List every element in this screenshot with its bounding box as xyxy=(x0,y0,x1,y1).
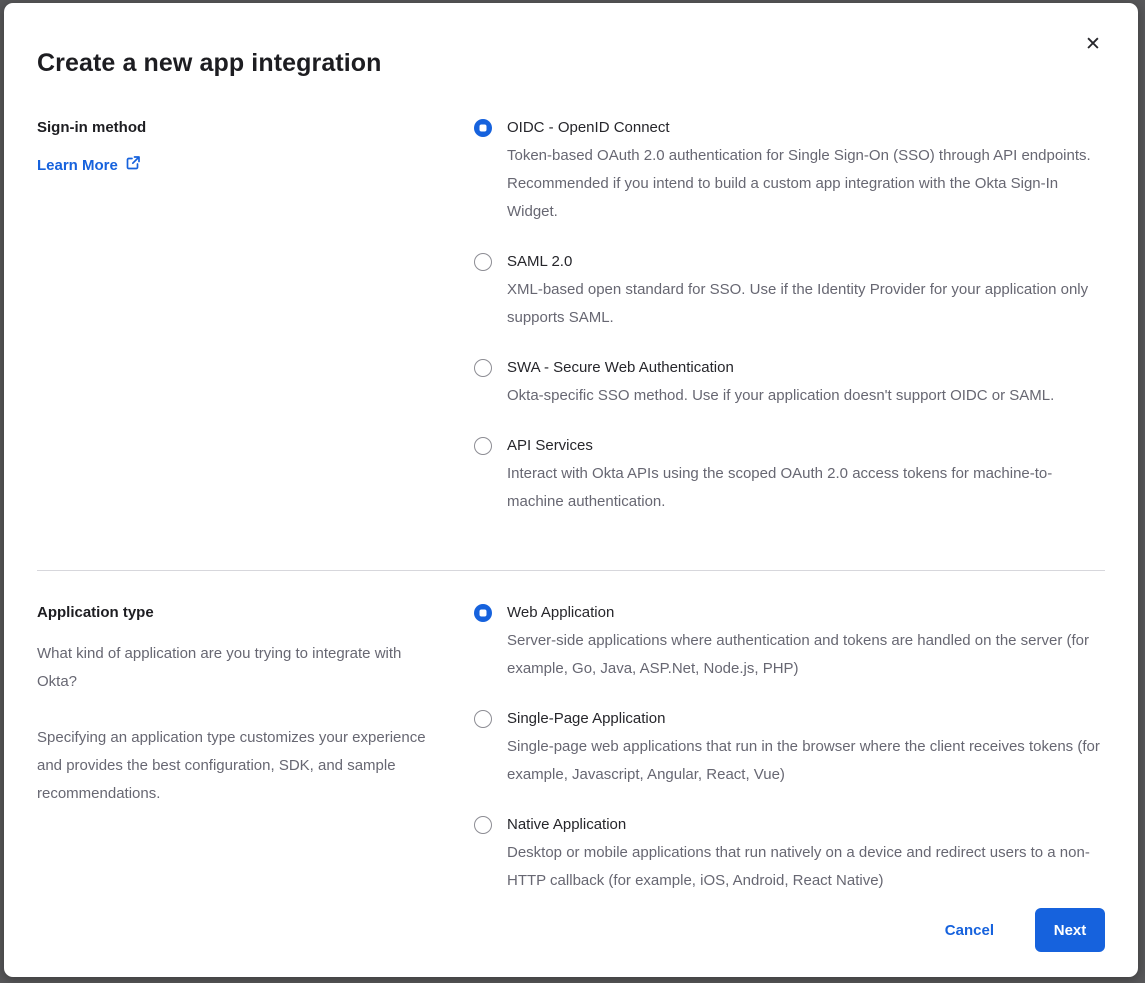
external-link-icon xyxy=(125,155,141,175)
learn-more-label: Learn More xyxy=(37,157,118,174)
signin-method-section: Sign-in method Learn More OIDC - OpenID … xyxy=(37,116,1105,516)
radio-saml[interactable] xyxy=(474,253,492,271)
option-saml-label[interactable]: SAML 2.0 xyxy=(507,250,1105,274)
signin-method-options: OIDC - OpenID Connect Token-based OAuth … xyxy=(474,116,1105,516)
signin-method-heading: Sign-in method xyxy=(37,116,429,140)
application-type-paragraph-2: Specifying an application type customize… xyxy=(37,724,429,808)
option-native-application-label[interactable]: Native Application xyxy=(507,813,1105,837)
option-saml-description: XML-based open standard for SSO. Use if … xyxy=(507,276,1105,332)
option-spa-label[interactable]: Single-Page Application xyxy=(507,707,1105,731)
option-oidc-description: Token-based OAuth 2.0 authentication for… xyxy=(507,142,1105,226)
section-divider xyxy=(37,570,1105,571)
option-oidc: OIDC - OpenID Connect Token-based OAuth … xyxy=(474,116,1105,226)
close-icon[interactable]: ✕ xyxy=(1081,33,1105,57)
option-native-application-description: Desktop or mobile applications that run … xyxy=(507,839,1105,895)
radio-web-application[interactable] xyxy=(474,604,492,622)
option-web-application-label[interactable]: Web Application xyxy=(507,601,1105,625)
application-type-heading: Application type xyxy=(37,601,429,625)
option-api-services-description: Interact with Okta APIs using the scoped… xyxy=(507,460,1105,516)
page-title: Create a new app integration xyxy=(37,49,1105,78)
create-app-integration-modal: ✕ Create a new app integration Sign-in m… xyxy=(4,3,1138,977)
option-saml: SAML 2.0 XML-based open standard for SSO… xyxy=(474,250,1105,332)
option-web-application-description: Server-side applications where authentic… xyxy=(507,627,1105,683)
option-api-services-label[interactable]: API Services xyxy=(507,434,1105,458)
option-swa: SWA - Secure Web Authentication Okta-spe… xyxy=(474,356,1105,410)
cancel-button[interactable]: Cancel xyxy=(945,922,994,939)
radio-swa[interactable] xyxy=(474,359,492,377)
signin-method-left-col: Sign-in method Learn More xyxy=(37,116,474,175)
option-swa-label[interactable]: SWA - Secure Web Authentication xyxy=(507,356,1054,380)
radio-spa[interactable] xyxy=(474,710,492,728)
learn-more-link[interactable]: Learn More xyxy=(37,155,141,175)
option-spa: Single-Page Application Single-page web … xyxy=(474,707,1105,789)
radio-native-application[interactable] xyxy=(474,816,492,834)
application-type-section: Application type What kind of applicatio… xyxy=(37,601,1105,895)
option-spa-description: Single-page web applications that run in… xyxy=(507,733,1105,789)
option-api-services: API Services Interact with Okta APIs usi… xyxy=(474,434,1105,516)
application-type-paragraph-1: What kind of application are you trying … xyxy=(37,640,429,696)
next-button[interactable]: Next xyxy=(1035,908,1105,952)
option-native-application: Native Application Desktop or mobile app… xyxy=(474,813,1105,895)
option-oidc-label[interactable]: OIDC - OpenID Connect xyxy=(507,116,1105,140)
application-type-options: Web Application Server-side applications… xyxy=(474,601,1105,895)
option-web-application: Web Application Server-side applications… xyxy=(474,601,1105,683)
modal-footer: Cancel Next xyxy=(945,908,1105,952)
option-swa-description: Okta-specific SSO method. Use if your ap… xyxy=(507,382,1054,410)
radio-oidc[interactable] xyxy=(474,119,492,137)
radio-api-services[interactable] xyxy=(474,437,492,455)
application-type-left-col: Application type What kind of applicatio… xyxy=(37,601,474,836)
